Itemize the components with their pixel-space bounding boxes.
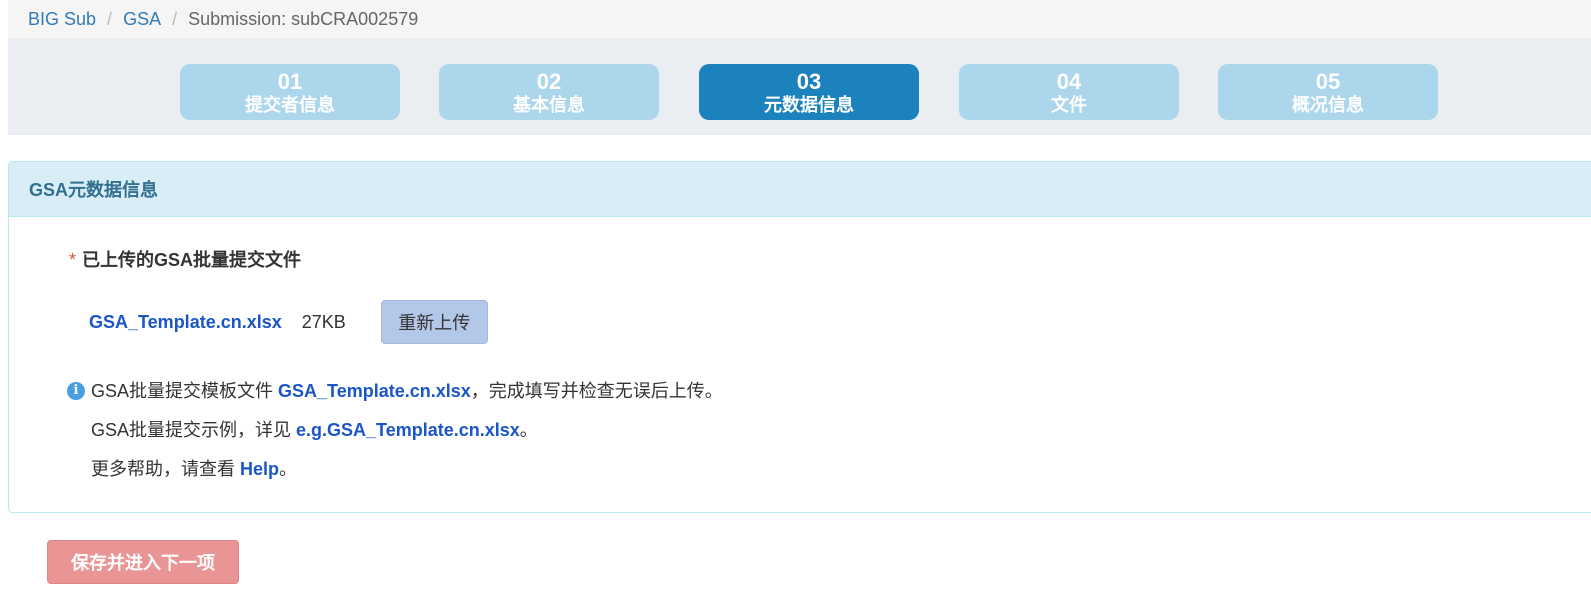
- step-label: 提交者信息: [245, 95, 335, 115]
- step-04-files[interactable]: 04 文件: [959, 64, 1179, 120]
- example-info-line: GSA批量提交示例，详见 e.g.GSA_Template.cn.xlsx。: [91, 416, 538, 442]
- template-info-prefix: GSA批量提交模板文件: [91, 381, 279, 401]
- step-label: 概况信息: [1292, 95, 1364, 115]
- required-marker: *: [69, 250, 77, 270]
- help-link[interactable]: Help: [240, 459, 279, 479]
- panel-title: GSA元数据信息: [9, 162, 1591, 217]
- reupload-button[interactable]: 重新上传: [380, 300, 488, 344]
- example-download-link[interactable]: e.g.GSA_Template.cn.xlsx: [296, 420, 520, 440]
- template-info-suffix: ，完成填写并检查无误后上传。: [470, 381, 723, 401]
- template-download-link[interactable]: GSA_Template.cn.xlsx: [278, 381, 471, 401]
- breadcrumb: BIG Sub / GSA / Submission: subCRA002579: [8, 0, 1591, 38]
- save-and-next-button[interactable]: 保存并进入下一项: [47, 540, 239, 584]
- info-icon: i: [67, 382, 85, 400]
- step-progress-bar: 01 提交者信息 02 基本信息 03 元数据信息 04 文件 05 概况信息: [8, 38, 1591, 135]
- breadcrumb-link-big-sub[interactable]: BIG Sub: [28, 9, 96, 30]
- step-number: 04: [1056, 69, 1082, 94]
- example-info-suffix: 。: [519, 420, 538, 440]
- template-info-line: GSA批量提交模板文件 GSA_Template.cn.xlsx，完成填写并检查…: [91, 377, 723, 403]
- uploaded-file-label-text: 已上传的GSA批量提交文件: [82, 250, 302, 270]
- breadcrumb-link-gsa[interactable]: GSA: [123, 9, 161, 30]
- step-05-overview-info[interactable]: 05 概况信息: [1218, 64, 1438, 120]
- breadcrumb-current: Submission: subCRA002579: [188, 8, 419, 29]
- uploaded-file-row: GSA_Template.cn.xlsx 27KB 重新上传: [89, 300, 488, 344]
- step-01-submitter-info[interactable]: 01 提交者信息: [180, 64, 400, 120]
- step-02-basic-info[interactable]: 02 基本信息: [439, 64, 659, 120]
- uploaded-file-link[interactable]: GSA_Template.cn.xlsx: [89, 312, 282, 333]
- step-label: 文件: [1051, 95, 1087, 115]
- step-number: 03: [796, 69, 822, 94]
- step-number: 01: [277, 69, 303, 94]
- breadcrumb-separator: /: [172, 8, 178, 29]
- help-info-prefix: 更多帮助，请查看: [91, 459, 241, 479]
- step-label: 元数据信息: [764, 95, 854, 115]
- uploaded-file-label: * 已上传的GSA批量提交文件: [69, 246, 301, 272]
- step-03-metadata-info[interactable]: 03 元数据信息: [699, 64, 919, 120]
- step-number: 05: [1315, 69, 1341, 94]
- help-info-suffix: 。: [279, 459, 298, 479]
- breadcrumb-separator: /: [107, 8, 113, 29]
- help-info-line: 更多帮助，请查看 Help。: [91, 455, 297, 481]
- example-info-prefix: GSA批量提交示例，详见: [91, 420, 297, 440]
- step-label: 基本信息: [513, 95, 585, 115]
- step-number: 02: [536, 69, 562, 94]
- file-size: 27KB: [301, 311, 346, 332]
- metadata-panel: GSA元数据信息 * 已上传的GSA批量提交文件 GSA_Template.cn.…: [8, 161, 1591, 513]
